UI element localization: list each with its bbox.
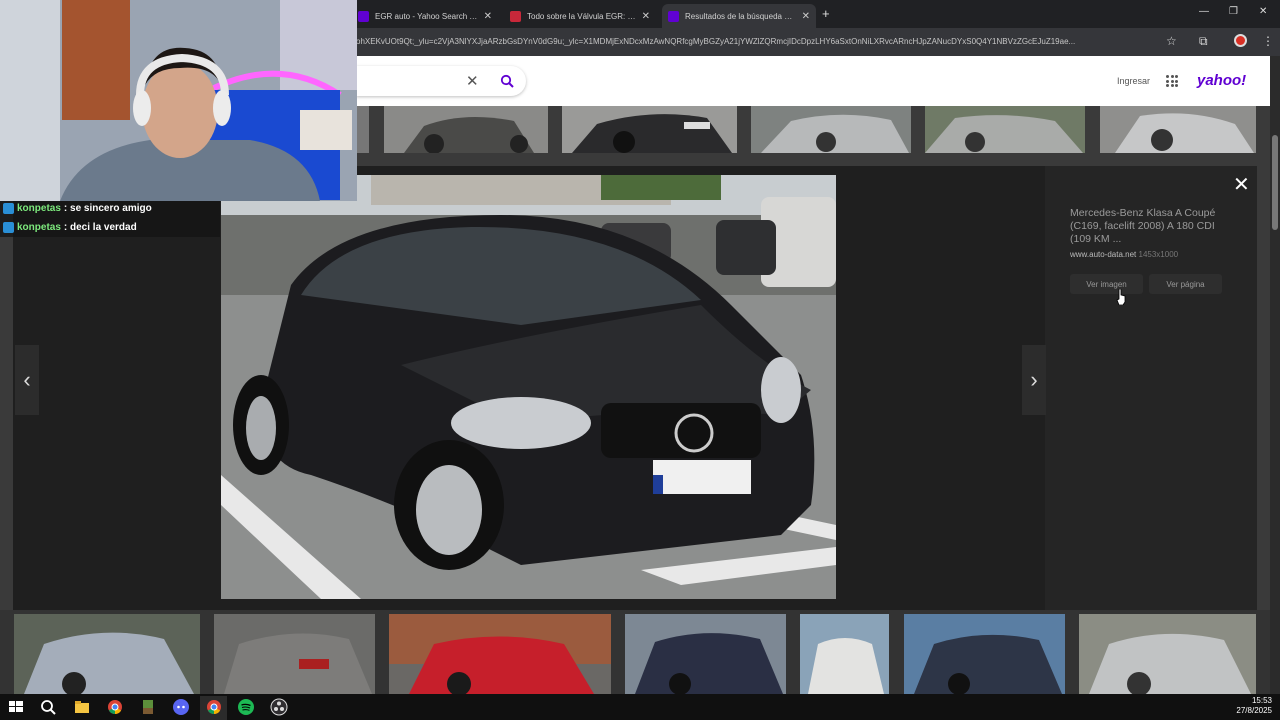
url-text[interactable]: ohXEKvUOt9Qt;_ylu=c2VjA3NlYXJjaARzbGsDYn… [356,37,1156,46]
result-thumbnail[interactable] [384,106,548,153]
scrollbar-thumb[interactable] [1272,135,1278,230]
discord-icon[interactable] [172,698,190,716]
tab-egr-auto[interactable]: EGR auto - Yahoo Search Tus re ✕ [352,4,498,28]
view-image-button[interactable]: Ver imagen [1070,274,1143,294]
chat-message: konpetas : deci la verdad [3,222,137,233]
image-dimensions: 1453x1000 [1138,250,1179,259]
clock-date: 27/8/2025 [1236,706,1272,715]
tab-label: Resultados de la búsqueda de i [685,11,796,21]
yahoo-logo[interactable]: yahoo! [1197,72,1246,89]
close-icon: ✕ [466,73,479,90]
extensions-icon[interactable]: ⧉ [1199,34,1208,49]
chat-username: konpetas [17,222,61,233]
result-thumbnail[interactable] [14,614,200,694]
webcam-overlay [0,0,357,201]
hand-cursor-icon [1116,289,1126,305]
site-favicon-icon [510,10,521,22]
result-thumbnail[interactable] [925,106,1085,153]
restore-icon[interactable]: ❐ [1229,6,1238,17]
chat-username: konpetas [17,203,61,214]
bookmark-star-icon[interactable]: ☆ [1166,34,1177,48]
result-thumbnail[interactable] [625,614,786,694]
image-title[interactable]: Mercedes-Benz Klasa A Coupé (C169, facel… [1070,207,1220,246]
system-clock[interactable]: 15:53 27/8/2025 [1236,696,1272,716]
login-link[interactable]: Ingresar [1117,76,1150,86]
profile-avatar[interactable] [1234,34,1247,47]
result-thumbnail[interactable] [751,106,911,153]
chevron-right-icon: › [1030,367,1038,392]
view-page-button[interactable]: Ver página [1149,274,1222,294]
close-icon: ✕ [1233,174,1250,196]
close-viewer-button[interactable]: ✕ [1233,172,1250,197]
chat-message: konpetas : se sincero amigo [3,203,152,214]
yahoo-favicon-icon [358,10,369,22]
chrome-icon[interactable] [106,698,124,716]
chat-text: : deci la verdad [63,222,137,233]
tab-label: Todo sobre la Válvula EGR: qué [527,11,636,21]
minimize-icon[interactable]: — [1199,6,1209,17]
chevron-left-icon: ‹ [23,367,31,392]
result-thumbnail[interactable] [1100,106,1256,153]
search-icon[interactable] [500,74,514,88]
tab-close-icon[interactable]: ✕ [484,11,492,22]
result-thumbnail[interactable] [389,614,611,694]
file-explorer-icon[interactable] [73,698,91,716]
result-thumbnail[interactable] [800,614,889,694]
twitch-icon [3,222,14,233]
tab-close-icon[interactable]: ✕ [802,11,810,22]
result-thumbnail[interactable] [904,614,1065,694]
result-thumbnail[interactable] [562,106,737,153]
result-thumbnail[interactable] [357,106,369,153]
previous-image-button[interactable]: ‹ [15,345,39,415]
obs-icon[interactable] [270,698,288,716]
main-image[interactable] [221,175,836,599]
close-window-icon[interactable]: ✕ [1259,6,1267,17]
spotify-icon[interactable] [237,698,255,716]
windows-start-icon[interactable] [7,698,25,716]
bottom-thumbnail-row [0,610,1270,694]
menu-icon[interactable]: ⋮ [1262,34,1274,48]
source-domain[interactable]: www.auto-data.net [1070,250,1136,259]
chat-text: : se sincero amigo [63,203,152,214]
new-tab-button[interactable]: + [822,6,830,21]
image-source: www.auto-data.net 1453x1000 [1070,250,1178,259]
search-icon[interactable] [39,698,57,716]
chrome-icon[interactable] [205,698,223,716]
tab-valvula-egr[interactable]: Todo sobre la Válvula EGR: qué ✕ [504,4,656,28]
twitch-icon [3,203,14,214]
clear-search-button[interactable]: ✕ [466,72,479,90]
tab-close-icon[interactable]: ✕ [642,11,650,22]
result-thumbnail[interactable] [214,614,375,694]
windows-taskbar [0,694,1280,720]
minecraft-icon[interactable] [139,698,157,716]
apps-grid-icon[interactable] [1166,75,1178,87]
tab-label: EGR auto - Yahoo Search Tus re [375,11,478,21]
clock-time: 15:53 [1251,696,1272,705]
result-thumbnail[interactable] [1079,614,1256,694]
stream-chat: konpetas : se sincero amigo konpetas : d… [0,201,220,237]
yahoo-favicon-icon [668,10,679,22]
tab-image-results[interactable]: Resultados de la búsqueda de i ✕ [662,4,816,28]
next-image-button[interactable]: › [1022,345,1046,415]
